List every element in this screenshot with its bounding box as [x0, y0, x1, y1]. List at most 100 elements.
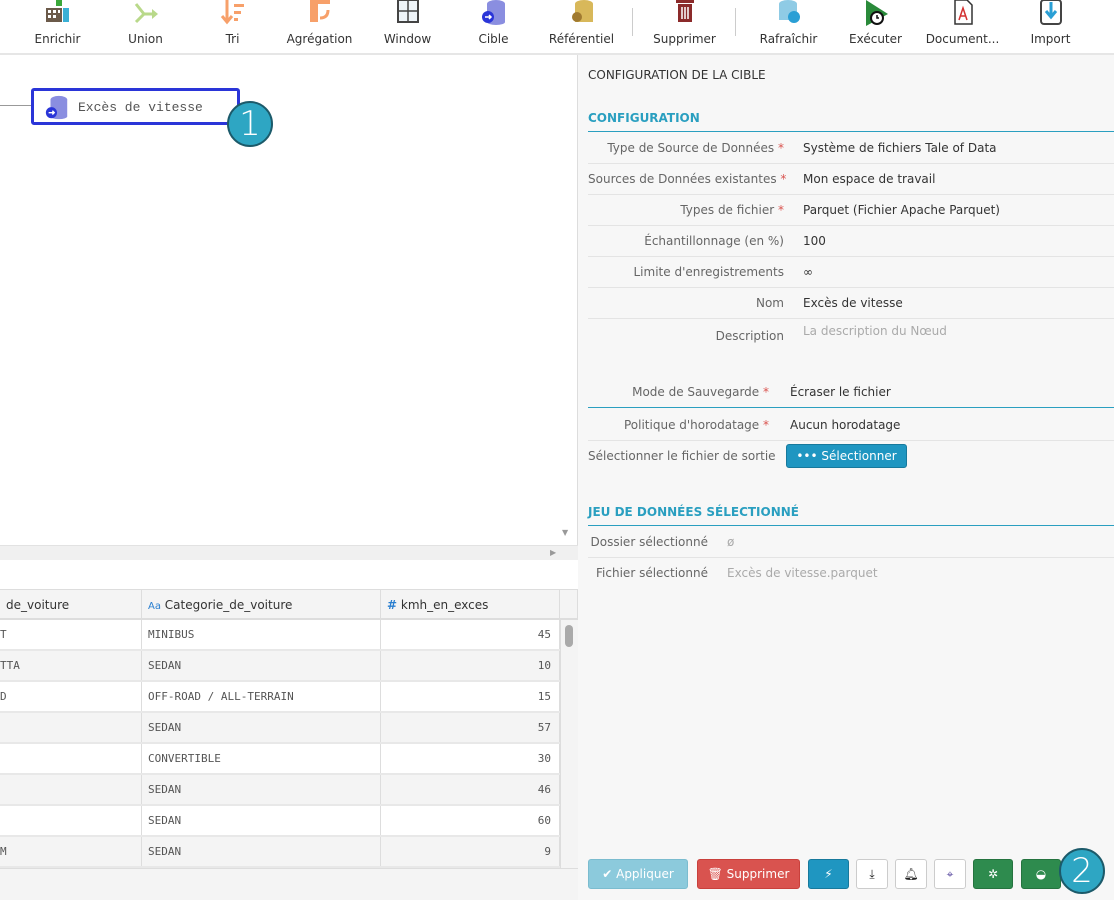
toolbar-separator [735, 8, 736, 36]
save-mode-select[interactable]: Écraser le fichier [790, 385, 891, 399]
window-icon [396, 0, 419, 23]
table-cell: CONVERTIBLE [142, 744, 381, 773]
gauge-icon: ◒ [1035, 867, 1047, 881]
toolbar-cible-button[interactable]: Cible [450, 0, 537, 53]
delete-button[interactable]: 🗑︎ Supprimer [697, 859, 800, 889]
toolbar-executer-button[interactable]: Exécuter [832, 0, 919, 53]
toolbar-separator [632, 8, 633, 36]
enrich-table-icon [45, 0, 69, 22]
target-button[interactable]: ⌖ [934, 859, 966, 889]
config-field[interactable]: Types de fichier * Parquet (Fichier Apach… [588, 195, 1114, 226]
field-value[interactable]: Système de fichiers Tale of Data [803, 141, 997, 155]
toolbar-label: Window [383, 32, 432, 46]
table-cell: 10 [381, 651, 560, 680]
notifications-button[interactable]: 🔔︎ [895, 859, 927, 889]
table-cell: 46 [381, 775, 560, 804]
table-row[interactable]: SEDAN 46 [0, 775, 560, 806]
execute-icon [865, 0, 888, 26]
config-field[interactable]: Nom Excès de vitesse [588, 288, 1114, 319]
download-button[interactable]: ⤓ [856, 859, 888, 889]
table-cell: SEDAN [142, 775, 381, 804]
field-label: Nom [755, 296, 784, 310]
scroll-down-arrow[interactable]: ▼ [562, 528, 568, 537]
connect-button[interactable]: ⚡︎ [808, 859, 849, 889]
button-label: Supprimer [726, 867, 790, 881]
column-header[interactable]: de_voiture [0, 590, 142, 620]
description-input[interactable]: La description du Nœud [803, 324, 947, 338]
node-connection-edge [0, 105, 32, 106]
field-label: Politique d'horodatage [623, 418, 760, 432]
scroll-right-arrow[interactable]: ▶ [550, 548, 556, 557]
table-row[interactable]: D OFF-ROAD / ALL-TERRAIN 15 [0, 682, 560, 713]
table-cell [0, 806, 142, 835]
required-asterisk: * [763, 418, 769, 432]
table-row[interactable]: M SEDAN 9 [0, 837, 560, 868]
toolbar-union-button[interactable]: Union [102, 0, 189, 53]
sort-icon [220, 0, 244, 25]
toolbar-label: Enrichir [34, 32, 81, 46]
toolbar-tri-button[interactable]: Tri [189, 0, 276, 53]
config-field[interactable]: Sources de Données existantes * Mon espac… [588, 164, 1114, 195]
column-header-label: kmh_en_exces [400, 598, 489, 612]
table-row[interactable]: T MINIBUS 45 [0, 620, 560, 651]
save-mode-field[interactable]: Mode de Sauvegarde * Écraser le fichier [588, 377, 1114, 408]
table-row[interactable]: SEDAN 60 [0, 806, 560, 837]
field-value[interactable]: ∞ [803, 265, 813, 279]
toolbar-agregation-button[interactable]: Agrégation [276, 0, 363, 53]
dashboard-button[interactable]: ◒ [1021, 859, 1061, 889]
field-value[interactable]: Excès de vitesse [803, 296, 903, 310]
number-type-icon: # [387, 598, 398, 612]
table-row[interactable]: TTA SEDAN 10 [0, 651, 560, 682]
timestamp-policy-field[interactable]: Politique d'horodatage * Aucun horodatag… [588, 410, 1114, 441]
canvas-horizontal-scrollbar[interactable] [0, 545, 578, 560]
referential-icon [571, 0, 593, 22]
network-button[interactable]: ✲ [973, 859, 1013, 889]
workflow-node-target[interactable]: Excès de vitesse [31, 88, 240, 125]
toolbar-label: Exécuter [849, 32, 902, 46]
table-row[interactable]: SEDAN 57 [0, 713, 560, 744]
toolbar-supprimer-button[interactable]: Supprimer [641, 0, 728, 53]
toolbar-referentiel-button[interactable]: Référentiel [538, 0, 625, 53]
column-header[interactable]: # kmh_en_exces [381, 590, 560, 620]
field-label: Mode de Sauvegarde [632, 385, 760, 399]
column-header[interactable]: Aa Categorie_de_voiture [142, 590, 381, 620]
field-value: Excès de vitesse.parquet [727, 566, 878, 580]
workflow-canvas[interactable] [0, 55, 578, 545]
button-label: Sélectionner [821, 449, 897, 463]
config-field[interactable]: Description La description du Nœud [588, 319, 1114, 369]
config-field[interactable]: Échantillonnage (en %) 100 [588, 226, 1114, 257]
table-cell: D [0, 682, 142, 711]
table-row[interactable]: CONVERTIBLE 30 [0, 744, 560, 775]
toolbar-label: Document... [925, 32, 1000, 46]
field-value[interactable]: Parquet (Fichier Apache Parquet) [803, 203, 1000, 217]
scrollbar-thumb[interactable] [565, 625, 573, 647]
apply-button[interactable]: ✔ Appliquer [588, 859, 688, 889]
toolbar-document-button[interactable]: Document... [919, 0, 1006, 53]
toolbar-enrichir-button[interactable]: Enrichir [14, 0, 101, 53]
table-cell [0, 744, 142, 773]
field-value[interactable]: Mon espace de travail [803, 172, 935, 186]
table-vertical-scrollbar[interactable] [560, 620, 578, 868]
config-field[interactable]: Limite d'enregistrements ∞ [588, 257, 1114, 288]
required-asterisk: * [763, 385, 769, 399]
toolbar-rafraichir-button[interactable]: Rafraîchir [745, 0, 832, 53]
toolbar-label: Import [1030, 32, 1071, 46]
union-icon [134, 3, 158, 24]
select-output-file-button[interactable]: ••• Sélectionner [786, 444, 907, 468]
field-label: Échantillonnage (en %) [644, 234, 784, 248]
table-cell: M [0, 837, 142, 866]
config-field[interactable]: Type de Source de Données * Système de fi… [588, 133, 1114, 164]
toolbar-window-button[interactable]: Window [364, 0, 451, 53]
field-label: Dossier sélectionné [590, 535, 708, 549]
field-value[interactable]: 100 [803, 234, 826, 248]
target-database-icon [481, 0, 505, 25]
table-toolbar [0, 560, 578, 590]
table-cell: 60 [381, 806, 560, 835]
timestamp-policy-select[interactable]: Aucun horodatage [790, 418, 900, 432]
table-cell: 45 [381, 620, 560, 649]
table-cell: 30 [381, 744, 560, 773]
field-label: Fichier sélectionné [596, 566, 708, 580]
step-badge-1: 1 [227, 101, 273, 147]
toolbar-import-button[interactable]: Import [1007, 0, 1094, 53]
crosshair-icon: ⌖ [946, 867, 954, 881]
